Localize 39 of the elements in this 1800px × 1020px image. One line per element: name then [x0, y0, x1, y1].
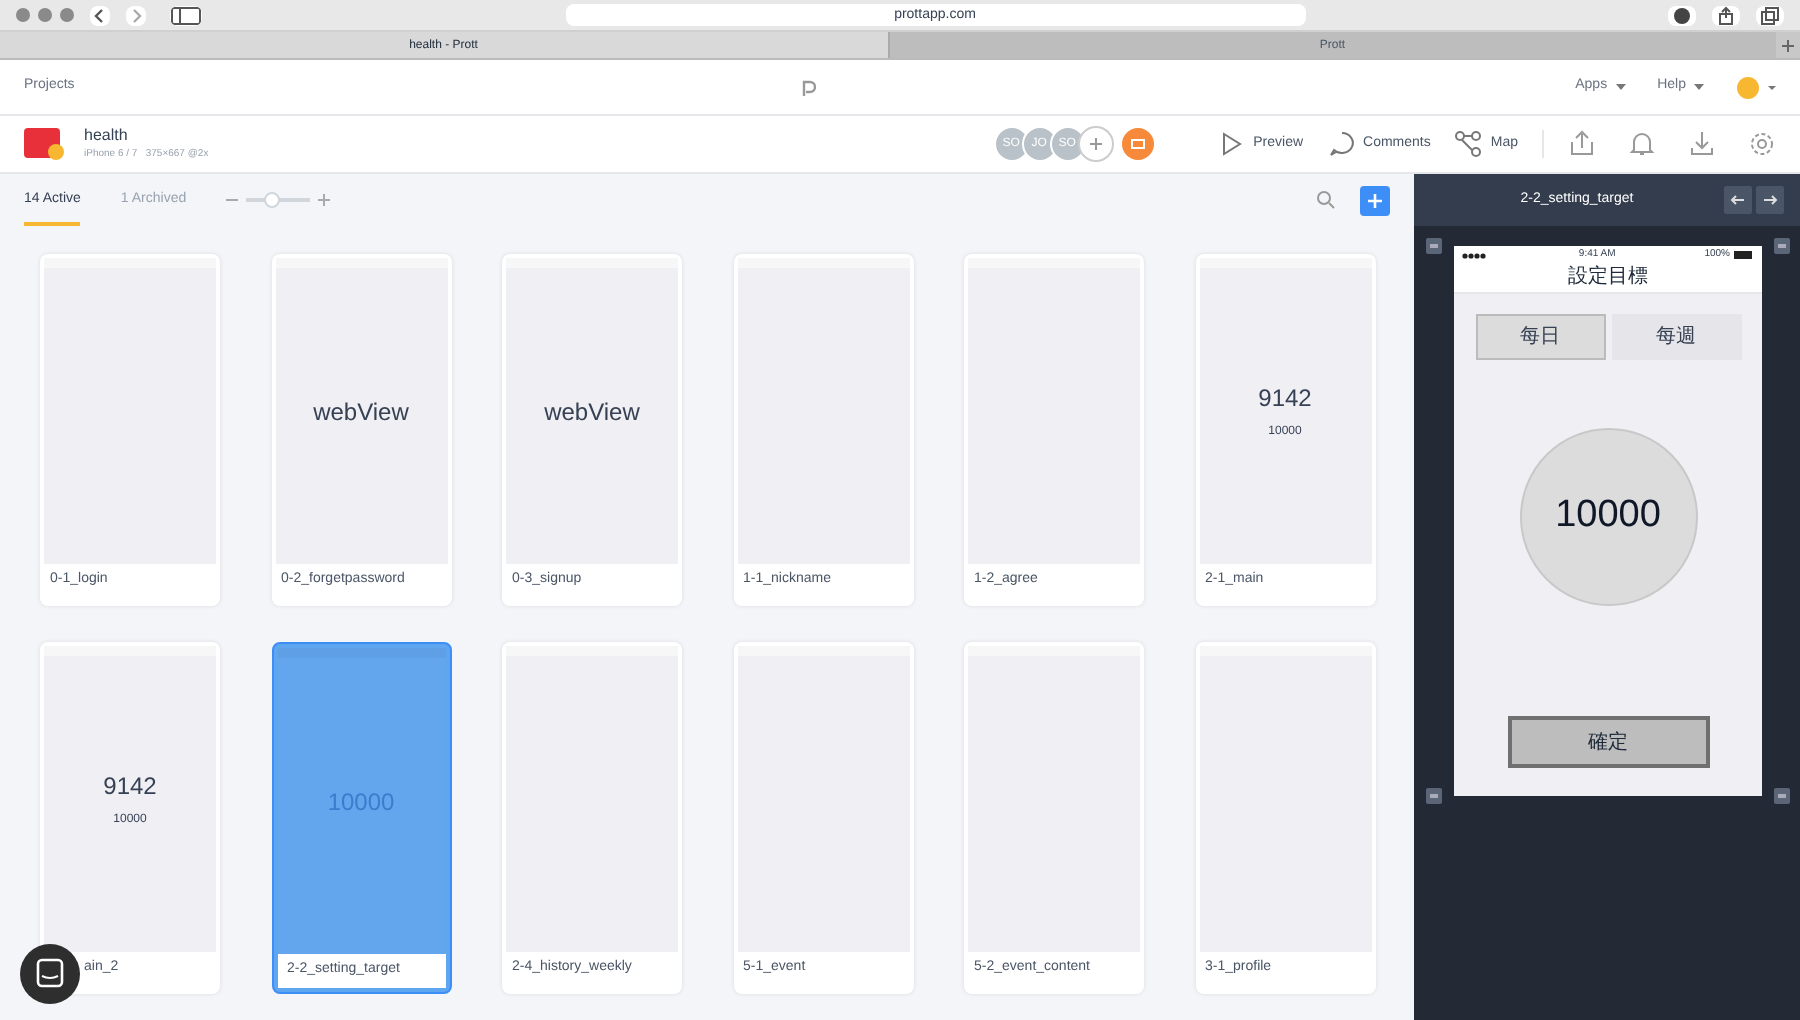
add-member-icon[interactable] [1077, 126, 1114, 162]
add-icon[interactable] [1360, 185, 1390, 215]
preview-text: 9142 [1258, 382, 1312, 416]
resize-handle-icon[interactable] [1426, 238, 1442, 254]
sitemap-icon [1454, 130, 1483, 158]
preview-text: 9142 [103, 770, 157, 804]
battery-icon [1734, 250, 1754, 260]
arrow-right-icon[interactable] [1756, 186, 1784, 214]
resize-handle-icon[interactable] [1774, 238, 1790, 254]
zoom-out-icon[interactable] [226, 194, 239, 206]
back-icon[interactable] [90, 5, 110, 25]
avatar-icon[interactable] [1736, 75, 1776, 99]
forward-icon[interactable] [126, 5, 146, 25]
segment-tab[interactable]: 每週 [1611, 314, 1741, 360]
app-icon[interactable] [24, 127, 68, 161]
resize-handle-icon[interactable] [1426, 788, 1442, 804]
segment-tab[interactable]: 每日 [1475, 314, 1605, 360]
bell-icon[interactable] [1628, 130, 1656, 158]
share-icon[interactable] [1712, 5, 1740, 25]
logo-icon[interactable] [800, 77, 817, 97]
tabs-icon[interactable] [1756, 5, 1784, 25]
caret-icon[interactable] [1615, 84, 1626, 90]
sidebar-icon[interactable] [170, 5, 202, 25]
screen-title: 設定目標 [1568, 266, 1648, 290]
confirm-button[interactable]: 確定 [1507, 716, 1709, 768]
signal-icon [1462, 251, 1490, 259]
search-icon[interactable] [1316, 190, 1336, 210]
project-name: health [84, 124, 130, 148]
preview-text: webView [544, 395, 640, 429]
resize-handle-icon[interactable] [1774, 788, 1790, 804]
slider-thumb[interactable] [263, 192, 280, 208]
preview-text: webView [313, 395, 409, 429]
arrow-left-icon[interactable] [1724, 186, 1752, 214]
zoom-in-icon[interactable] [318, 194, 331, 206]
speech-bubble-icon [1327, 130, 1356, 158]
caret-icon[interactable] [1694, 84, 1704, 90]
chat-icon[interactable] [20, 944, 80, 1004]
settings-icon[interactable] [1748, 130, 1776, 158]
play-icon [1217, 130, 1246, 158]
